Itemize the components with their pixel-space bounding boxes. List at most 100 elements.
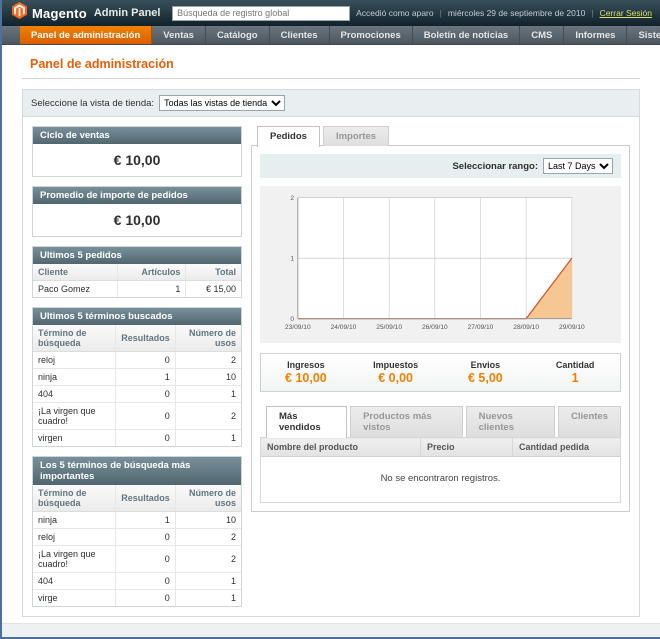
table-row[interactable]: 40401 (33, 386, 241, 403)
stat-value: € 0,00 (351, 371, 441, 385)
average-orders-card: Promedio de importe de pedidos € 10,00 (32, 186, 242, 237)
table-cell: 404 (33, 386, 116, 403)
main-nav: Panel de administración Ventas Catálogo … (2, 26, 660, 45)
right-column: Pedidos Importes Seleccionar rango: Last… (251, 126, 630, 512)
table-row[interactable]: ninja110 (33, 512, 241, 529)
table-header-row: Término de búsquedaResultadosNúmero de u… (33, 325, 241, 352)
stat-label: Impuestos (351, 360, 441, 370)
table-row[interactable]: virge01 (33, 590, 241, 607)
table-cell: 0 (116, 352, 176, 369)
lifetime-sales-card: Ciclo de ventas € 10,00 (32, 126, 242, 177)
svg-text:26/09/10: 26/09/10 (422, 324, 448, 331)
column-header: Número de usos (175, 485, 241, 512)
table-cell: 2 (175, 529, 241, 546)
stat-envios: Envios € 5,00 (441, 360, 531, 385)
store-view-select[interactable]: Todas las vistas de tienda (159, 95, 285, 111)
column-header: Cliente (33, 264, 118, 281)
content-wrapper: Seleccione la vista de tienda: Todas las… (22, 89, 640, 617)
stat-cantidad: Cantidad 1 (530, 360, 620, 385)
table-cell: 1 (116, 512, 176, 529)
column-header: Resultados (116, 485, 176, 512)
table-header-row: Término de búsquedaResultadosNúmero de u… (33, 485, 241, 512)
tab-importes[interactable]: Importes (323, 126, 389, 146)
tab-pedidos[interactable]: Pedidos (257, 126, 320, 147)
tab-nuevos-clientes[interactable]: Nuevos clientes (466, 406, 555, 437)
nav-item-informes[interactable]: Informes (564, 26, 627, 44)
table-cell: 404 (33, 573, 116, 590)
lifetime-sales-value: € 10,00 (33, 144, 241, 176)
table-cell: 0 (116, 430, 176, 447)
logged-in-as: Accedió como aparo (356, 8, 434, 18)
stat-label: Cantidad (530, 360, 620, 370)
left-column: Ciclo de ventas € 10,00 Promedio de impo… (32, 126, 242, 607)
table-cell: 0 (116, 573, 176, 590)
magento-logo-icon (12, 2, 27, 24)
stat-impuestos: Impuestos € 0,00 (351, 360, 441, 385)
last-search-terms-table: Término de búsquedaResultadosNúmero de u… (33, 325, 241, 446)
table-row[interactable]: reloj02 (33, 352, 241, 369)
column-header: Cantidad pedida (513, 438, 621, 457)
tab-productos-mas-vistos[interactable]: Productos más vistos (350, 406, 463, 437)
nav-item-catalogo[interactable]: Catálogo (206, 26, 270, 44)
table-row[interactable]: ¡La virgen que cuadro!02 (33, 403, 241, 430)
table-cell: 0 (116, 403, 176, 430)
table-cell: Paco Gomez (33, 281, 118, 298)
table-cell: 1 (118, 281, 186, 298)
nav-item-ventas[interactable]: Ventas (152, 26, 206, 44)
range-select[interactable]: Last 7 Days (543, 158, 613, 174)
divider: | (440, 8, 442, 18)
nav-item-clientes[interactable]: Clientes (270, 26, 330, 44)
header-right: Accedió como aparo | miércoles 29 de sep… (172, 6, 652, 21)
last-orders-card: Ultimos 5 pedidos ClienteArtículosTotal … (32, 246, 242, 298)
page-head: Panel de administración (2, 45, 660, 71)
column-header: Nombre del producto (261, 438, 421, 457)
svg-text:25/09/10: 25/09/10 (376, 324, 402, 331)
table-cell: ninja (33, 369, 116, 386)
nav-item-panel-de-administracion[interactable]: Panel de administración (20, 26, 152, 44)
table-row[interactable]: reloj02 (33, 529, 241, 546)
table-row[interactable]: 40401 (33, 573, 241, 590)
table-cell: ¡La virgen que cuadro! (33, 403, 116, 430)
orders-panel: Seleccionar rango: Last 7 Days 01223/09/… (251, 145, 630, 512)
average-orders-title: Promedio de importe de pedidos (33, 187, 241, 204)
table-cell: reloj (33, 352, 116, 369)
table-cell: 2 (175, 352, 241, 369)
table-cell: 2 (175, 403, 241, 430)
tab-clientes[interactable]: Clientes (558, 406, 621, 437)
table-row[interactable]: Paco Gomez1€ 15,00 (33, 281, 241, 298)
top-search-terms-table: Término de búsquedaResultadosNúmero de u… (33, 485, 241, 606)
range-bar: Seleccionar rango: Last 7 Days (260, 154, 621, 178)
global-search-input[interactable] (172, 6, 350, 21)
table-cell: 1 (175, 590, 241, 607)
table-row[interactable]: virgen01 (33, 430, 241, 447)
tab-mas-vendidos[interactable]: Más vendidos (266, 406, 347, 438)
top-search-terms-title: Los 5 términos de búsqueda más important… (33, 457, 241, 485)
logout-link[interactable]: Cerrar Sesión (600, 8, 652, 18)
table-row[interactable]: ninja110 (33, 369, 241, 386)
last-orders-title: Ultimos 5 pedidos (33, 247, 241, 264)
nav-item-cms[interactable]: CMS (520, 26, 564, 44)
table-header-row: ClienteArtículosTotal (33, 264, 241, 281)
svg-text:0: 0 (290, 316, 294, 323)
table-cell: ¡La virgen que cuadro! (33, 546, 116, 573)
table-row[interactable]: ¡La virgen que cuadro!02 (33, 546, 241, 573)
nav-item-sistema[interactable]: Sistema (627, 26, 660, 44)
brand-name: Magento (32, 6, 87, 21)
nav-item-boletin[interactable]: Boletín de noticias (413, 26, 520, 44)
svg-text:24/09/10: 24/09/10 (331, 324, 357, 331)
table-cell: virge (33, 590, 116, 607)
column-header: Resultados (116, 325, 176, 352)
last-orders-table: ClienteArtículosTotal Paco Gomez1€ 15,00 (33, 264, 241, 297)
store-view-bar: Seleccione la vista de tienda: Todas las… (23, 90, 639, 117)
lifetime-sales-title: Ciclo de ventas (33, 127, 241, 144)
stat-value: € 10,00 (261, 371, 351, 385)
table-cell: 10 (175, 369, 241, 386)
bestsellers-table: Nombre del productoPrecioCantidad pedida… (260, 437, 621, 503)
store-view-label: Seleccione la vista de tienda: (31, 98, 154, 109)
nav-item-promociones[interactable]: Promociones (330, 26, 413, 44)
chart-container: 01223/09/1024/09/1025/09/1026/09/1027/09… (260, 186, 621, 343)
table-cell: 0 (116, 529, 176, 546)
table-header-row: Nombre del productoPrecioCantidad pedida (261, 438, 621, 457)
orders-chart: 01223/09/1024/09/1025/09/1026/09/1027/09… (260, 192, 621, 341)
table-cell: 0 (116, 386, 176, 403)
